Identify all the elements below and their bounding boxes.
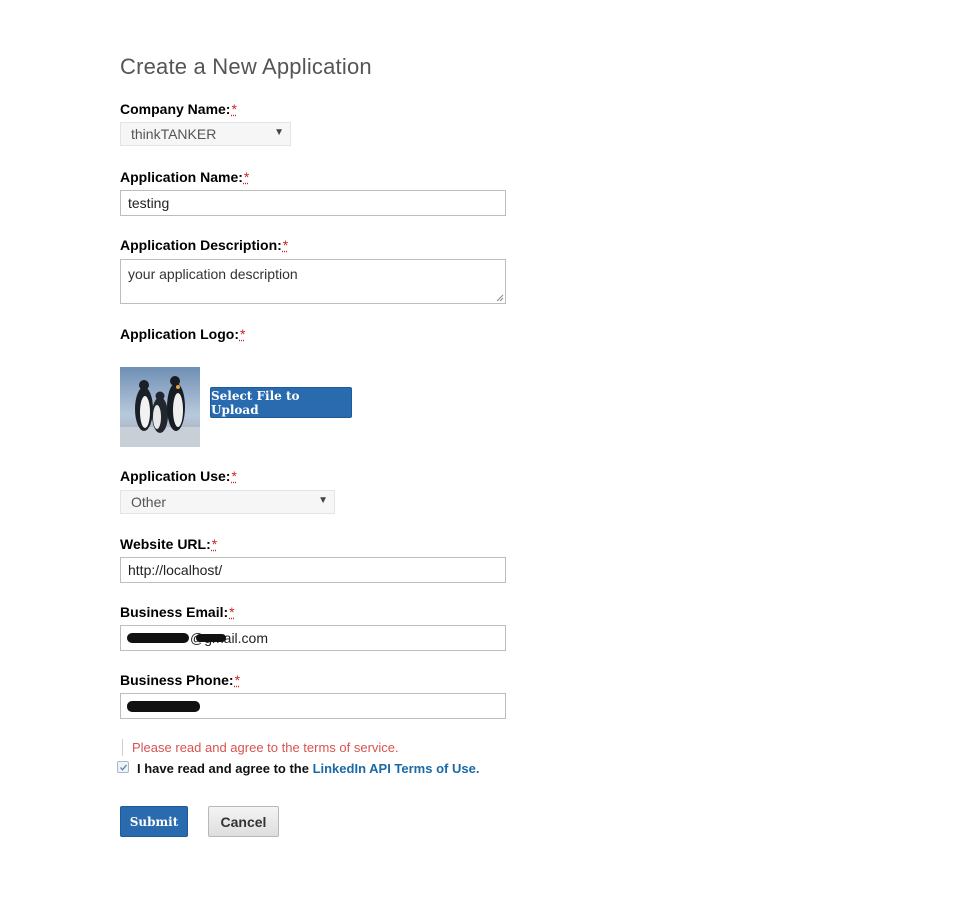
application-name-input[interactable]: testing	[120, 190, 506, 216]
checkmark-icon	[120, 764, 127, 771]
error-indicator	[122, 739, 123, 756]
business-email-label-text: Business Email:	[120, 604, 229, 620]
penguins-icon	[120, 367, 200, 447]
redaction-mark	[127, 633, 189, 643]
company-name-select[interactable]: thinkTANKER ▼	[120, 122, 291, 146]
business-phone-label-text: Business Phone:	[120, 672, 234, 688]
application-name-label-text: Application Name:	[120, 169, 243, 185]
website-url-label: Website URL:*	[120, 536, 217, 552]
website-url-input[interactable]: http://localhost/	[120, 557, 506, 583]
required-marker: *	[231, 101, 237, 117]
terms-agree-label: I have read and agree to the	[137, 761, 313, 776]
application-use-label-text: Application Use:	[120, 468, 231, 484]
cancel-button[interactable]: Cancel	[208, 806, 279, 837]
required-marker: *	[234, 672, 241, 688]
required-marker: *	[243, 169, 250, 185]
application-logo-label: Application Logo:*	[120, 326, 245, 342]
select-file-upload-button[interactable]: Select File to Upload	[210, 387, 352, 418]
required-marker: *	[282, 237, 289, 253]
chevron-down-icon: ▼	[318, 495, 328, 506]
business-email-label: Business Email:*	[120, 604, 235, 620]
application-use-select[interactable]: Other ▼	[120, 490, 335, 514]
company-name-value: thinkTANKER	[131, 126, 217, 142]
terms-checkbox[interactable]	[117, 761, 129, 773]
business-phone-label: Business Phone:*	[120, 672, 240, 688]
terms-of-use-link[interactable]: LinkedIn API Terms of Use.	[313, 761, 480, 776]
application-use-label: Application Use:*	[120, 468, 237, 484]
application-use-value: Other	[131, 494, 167, 510]
required-marker: *	[229, 604, 235, 620]
application-description-label: Application Description:*	[120, 237, 288, 253]
required-marker: *	[211, 536, 218, 552]
application-logo-image	[120, 367, 200, 447]
resize-handle-icon[interactable]	[496, 294, 504, 302]
application-description-placeholder: your application description	[128, 266, 298, 282]
application-description-label-text: Application Description:	[120, 237, 282, 253]
terms-error-message: Please read and agree to the terms of se…	[132, 740, 399, 755]
required-marker: *	[239, 326, 246, 342]
redaction-mark	[127, 701, 200, 712]
website-url-label-text: Website URL:	[120, 536, 211, 552]
required-marker: *	[231, 468, 237, 484]
chevron-down-icon: ▼	[274, 127, 284, 138]
application-name-label: Application Name:*	[120, 169, 249, 185]
company-name-label-text: Company Name:	[120, 101, 231, 117]
application-description-textarea[interactable]: your application description	[120, 259, 506, 304]
page-title: Create a New Application	[120, 54, 372, 79]
terms-agree-text: I have read and agree to the LinkedIn AP…	[137, 761, 479, 776]
company-name-label: Company Name:*	[120, 101, 237, 117]
application-logo-label-text: Application Logo:	[120, 326, 239, 342]
submit-button[interactable]: Submit	[120, 806, 188, 837]
redaction-mark	[196, 634, 226, 642]
